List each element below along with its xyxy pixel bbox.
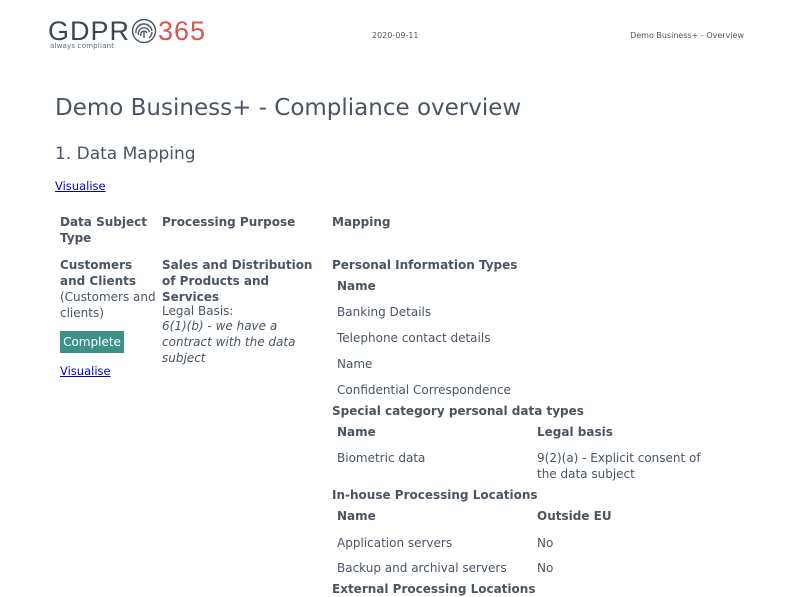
special-category-col-name: Name [337,425,376,439]
header-date: 2020-09-11 [372,31,419,40]
page-header: GDPR 365 always compliant 2020-09-11 Dem… [0,0,792,60]
gdpr365-logo: GDPR 365 always compliant [48,16,205,54]
inhouse-row-outside: No [537,561,554,575]
special-category-row-legal: 9(2)(a) - Explicit consent of the data s… [537,451,701,481]
header-mapping: Mapping [332,215,391,229]
external-title: External Processing Locations [332,582,536,596]
visualise-link-row[interactable]: Visualise [60,364,111,378]
section-title: 1. Data Mapping [55,144,196,164]
status-badge: Complete [60,331,124,353]
header-doc-name: Demo Business+ - Overview [630,31,744,40]
header-processing-purpose: Processing Purpose [162,215,296,229]
logo-365-text: 365 [158,16,207,46]
special-category-title: Special category personal data types [332,404,584,418]
personal-info-item: Banking Details [337,305,432,319]
inhouse-col-outside: Outside EU [537,509,612,523]
personal-info-item: Confidential Correspondence [337,383,511,397]
personal-info-title: Personal Information Types [332,258,518,272]
page-title: Demo Business+ - Compliance overview [55,95,522,121]
subject-name: Customers and Clients [60,258,137,288]
personal-info-item: Telephone contact details [337,331,491,345]
processing-purpose-name: Sales and Distribution of Products and S… [162,258,313,304]
header-data-subject-type: Data Subject Type [60,215,147,245]
legal-basis-value: 6(1)(b) - we have a contract with the da… [162,319,296,365]
personal-info-col-name: Name [337,279,376,293]
inhouse-row-outside: No [537,536,554,550]
fingerprint-icon [131,18,157,44]
legal-basis-label: Legal Basis: [162,304,234,318]
logo-tagline: always compliant [50,42,115,50]
special-category-col-legal: Legal basis [537,425,613,439]
special-category-row-name: Biometric data [337,451,426,465]
inhouse-row-name: Backup and archival servers [337,561,507,575]
subject-description: (Customers and clients) [60,290,156,320]
visualise-link-section[interactable]: Visualise [55,179,106,193]
personal-info-item: Name [337,357,373,371]
inhouse-title: In-house Processing Locations [332,488,538,502]
inhouse-col-name: Name [337,509,376,523]
inhouse-row-name: Application servers [337,536,453,550]
